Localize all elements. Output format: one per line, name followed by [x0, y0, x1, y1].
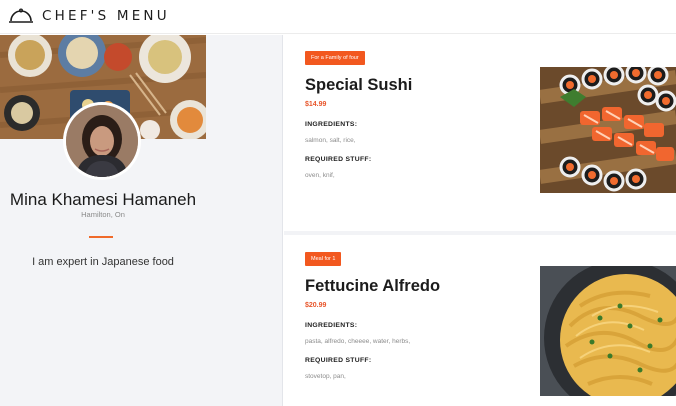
menu-item-card[interactable]: For a Family of four Special Sushi $14.9… [284, 35, 676, 231]
cloche-icon[interactable] [8, 8, 34, 24]
required-stuff-value: stovetop, pan, [305, 373, 346, 380]
required-stuff-label: REQUIRED STUFF: [305, 156, 372, 163]
ingredients-value: salmon, salt, rice, [305, 137, 356, 144]
serving-badge: For a Family of four [305, 51, 365, 65]
dish-title[interactable]: Fettucine Alfredo [305, 277, 440, 296]
ingredients-label: INGREDIENTS: [305, 121, 358, 128]
app-header: CHEF'S MENU [0, 0, 676, 34]
profile-location: Hamilton, On [81, 210, 125, 219]
menu-list: For a Family of four Special Sushi $14.9… [284, 35, 676, 406]
avatar[interactable] [63, 102, 141, 180]
required-stuff-label: REQUIRED STUFF: [305, 357, 372, 364]
required-stuff-value: oven, knif, [305, 172, 335, 179]
serving-badge: Meal for 1 [305, 252, 342, 266]
dish-price: $14.99 [305, 101, 327, 108]
ingredients-value: pasta, alfredo, cheeee, water, herbs, [305, 338, 411, 345]
dish-photo-sushi[interactable] [540, 67, 676, 193]
dish-title[interactable]: Special Sushi [305, 76, 412, 95]
brand-title[interactable]: CHEF'S MENU [42, 8, 170, 24]
chef-profile-panel: Mina Khamesi Hamaneh Hamilton, On I am e… [0, 35, 283, 406]
dish-photo-pasta[interactable] [540, 266, 676, 396]
menu-item-card[interactable]: Meal for 1 Fettucine Alfredo $20.99 INGR… [284, 235, 676, 406]
profile-bio: I am expert in Japanese food [32, 256, 174, 268]
accent-divider [89, 236, 113, 238]
dish-price: $20.99 [305, 302, 327, 309]
profile-name: Mina Khamesi Hamaneh [9, 190, 197, 209]
ingredients-label: INGREDIENTS: [305, 322, 358, 329]
